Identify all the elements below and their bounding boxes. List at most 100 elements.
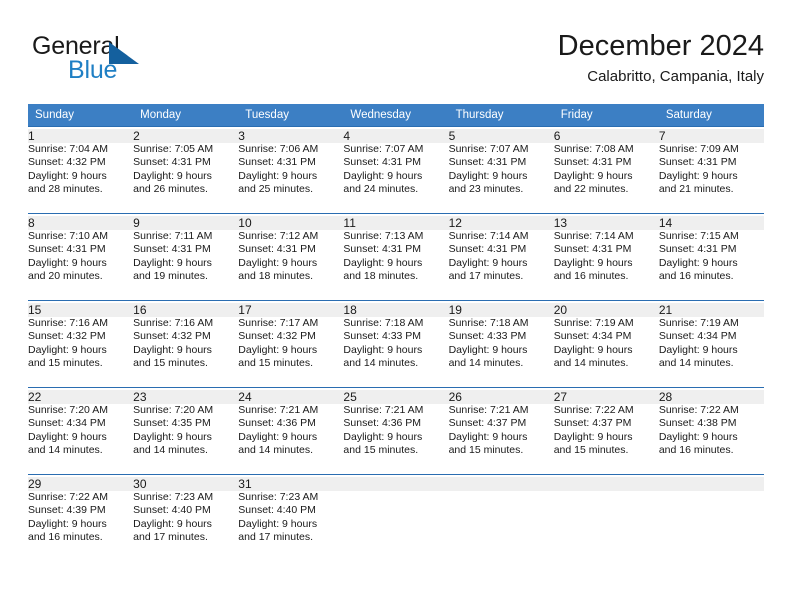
day-number[interactable]: 24: [238, 390, 344, 404]
weekday-header-saturday: Saturday: [658, 104, 764, 127]
day-details: Sunrise: 7:16 AM Sunset: 4:32 PM Daylight:…: [28, 317, 133, 375]
day-number[interactable]: 19: [448, 303, 554, 317]
day-sunrise-text: Sunrise: 7:06 AM: [238, 143, 319, 155]
day-sunrise-text: Sunrise: 7:04 AM: [28, 143, 108, 155]
day-daylight-text: and 17 minutes.: [133, 531, 208, 544]
day-daylight-text: and 21 minutes.: [658, 183, 734, 196]
day-number[interactable]: 9: [133, 216, 239, 230]
day-sunrise-text: Sunrise: 7:14 AM: [448, 230, 529, 242]
day-number[interactable]: 21: [658, 303, 764, 317]
day-number[interactable]: 6: [553, 129, 659, 143]
day-sunset-text: Sunset: 4:33 PM: [448, 330, 527, 343]
day-details: Sunrise: 7:04 AM Sunset: 4:32 PM Daylight:…: [28, 143, 133, 201]
day-daylight-text: and 17 minutes.: [238, 531, 313, 544]
week-gap: [28, 201, 764, 214]
day-number[interactable]: 12: [448, 216, 554, 230]
brand-logo[interactable]: General Blue: [32, 32, 232, 88]
day-number[interactable]: 1: [28, 129, 134, 143]
day-number[interactable]: 18: [343, 303, 449, 317]
day-daylight-text: Daylight: 9 hours: [238, 517, 318, 530]
day-number[interactable]: 31: [238, 477, 344, 491]
day-sunset-text: Sunset: 4:40 PM: [133, 504, 211, 517]
day-number[interactable]: 13: [553, 216, 659, 230]
day-number[interactable]: 5: [448, 129, 554, 143]
week-daynumber-row: 29 30 31: [28, 477, 764, 491]
day-number[interactable]: 3: [238, 129, 344, 143]
day-sunrise-text: Sunrise: 7:21 AM: [448, 404, 529, 416]
day-number[interactable]: 11: [343, 216, 449, 230]
day-daylight-text: Daylight: 9 hours: [553, 256, 633, 269]
day-daylight-text: Daylight: 9 hours: [658, 430, 738, 443]
day-number[interactable]: 10: [238, 216, 344, 230]
week-daynumber-row: 8 9 10 11 12 13 14: [28, 216, 764, 230]
day-details: Sunrise: 7:19 AM Sunset: 4:34 PM Daylight:…: [659, 317, 764, 375]
day-details: Sunrise: 7:21 AM Sunset: 4:36 PM Daylight:…: [343, 404, 448, 462]
day-daylight-text: Daylight: 9 hours: [238, 343, 318, 356]
day-details-empty: [449, 491, 554, 549]
day-number[interactable]: 4: [343, 129, 449, 143]
week-gap: [28, 462, 764, 475]
day-sunrise-text: Sunrise: 7:12 AM: [238, 230, 319, 242]
day-sunrise-text: Sunrise: 7:07 AM: [448, 143, 529, 155]
day-number[interactable]: 7: [658, 129, 764, 143]
day-sunrise-text: Sunrise: 7:13 AM: [343, 230, 424, 242]
day-number[interactable]: 28: [658, 390, 764, 404]
day-sunrise-text: Sunrise: 7:09 AM: [658, 143, 739, 155]
week-dayinfo-row: Sunrise: 7:20 AM Sunset: 4:34 PM Daylight:…: [28, 404, 764, 462]
day-number[interactable]: 8: [28, 216, 134, 230]
day-number[interactable]: 30: [133, 477, 239, 491]
day-daylight-text: and 24 minutes.: [343, 183, 419, 196]
day-details: Sunrise: 7:19 AM Sunset: 4:34 PM Daylight:…: [554, 317, 659, 375]
day-sunrise-text: Sunrise: 7:15 AM: [658, 230, 739, 242]
week-gap-cell: [28, 462, 764, 475]
day-sunrise-text: Sunrise: 7:10 AM: [28, 230, 108, 242]
day-number[interactable]: 2: [133, 129, 239, 143]
day-number[interactable]: 29: [28, 477, 134, 491]
day-daylight-text: Daylight: 9 hours: [133, 343, 212, 356]
day-sunset-text: Sunset: 4:35 PM: [133, 417, 211, 430]
day-daylight-text: Daylight: 9 hours: [448, 169, 528, 182]
day-number[interactable]: 17: [238, 303, 344, 317]
day-number[interactable]: 27: [553, 390, 659, 404]
day-sunrise-text: Sunrise: 7:22 AM: [658, 404, 739, 416]
title-block: December 2024 Calabritto, Campania, Ital…: [558, 28, 764, 88]
day-daylight-text: and 15 minutes.: [238, 357, 313, 370]
day-sunrise-text: Sunrise: 7:14 AM: [553, 230, 634, 242]
day-cell-empty: [658, 477, 764, 491]
day-daylight-text: Daylight: 9 hours: [343, 430, 423, 443]
day-number[interactable]: 15: [28, 303, 134, 317]
day-details: Sunrise: 7:20 AM Sunset: 4:35 PM Daylight:…: [133, 404, 238, 462]
week-daynumber-row: 22 23 24 25 26 27 28: [28, 390, 764, 404]
day-daylight-text: and 14 minutes.: [448, 357, 524, 370]
day-sunset-text: Sunset: 4:31 PM: [343, 156, 422, 169]
day-sunrise-text: Sunrise: 7:16 AM: [133, 317, 214, 329]
day-details-empty: [554, 491, 659, 549]
day-sunset-text: Sunset: 4:31 PM: [238, 156, 316, 169]
calendar-body: 1 2 3 4 5 6 7 Sunrise: 7:04 AM Sunset: 4:32 PM Da…: [28, 126, 764, 550]
day-details: Sunrise: 7:18 AM Sunset: 4:33 PM Daylight:…: [343, 317, 448, 375]
day-daylight-text: Daylight: 9 hours: [133, 256, 212, 269]
day-daylight-text: and 28 minutes.: [28, 183, 103, 196]
week-dayinfo-row: Sunrise: 7:04 AM Sunset: 4:32 PM Daylight:…: [28, 143, 764, 201]
day-sunset-text: Sunset: 4:40 PM: [238, 504, 316, 517]
weekday-header-wednesday: Wednesday: [343, 104, 449, 127]
day-number[interactable]: 26: [448, 390, 554, 404]
day-daylight-text: and 15 minutes.: [448, 444, 524, 457]
day-details: Sunrise: 7:11 AM Sunset: 4:31 PM Daylight:…: [133, 230, 238, 288]
day-details: Sunrise: 7:08 AM Sunset: 4:31 PM Daylight:…: [554, 143, 659, 201]
day-daylight-text: Daylight: 9 hours: [238, 169, 318, 182]
day-number[interactable]: 20: [553, 303, 659, 317]
day-number[interactable]: 16: [133, 303, 239, 317]
brand-name-blue: Blue: [68, 56, 118, 84]
day-details: Sunrise: 7:22 AM Sunset: 4:38 PM Daylight:…: [659, 404, 764, 462]
day-number[interactable]: 22: [28, 390, 134, 404]
day-sunset-text: Sunset: 4:39 PM: [28, 504, 106, 517]
day-number[interactable]: 23: [133, 390, 239, 404]
day-number[interactable]: 14: [658, 216, 764, 230]
day-details: Sunrise: 7:23 AM Sunset: 4:40 PM Daylight:…: [133, 491, 238, 549]
day-sunrise-text: Sunrise: 7:19 AM: [553, 317, 634, 329]
page-header: General Blue December 2024 Calabritto, C…: [28, 28, 764, 90]
day-number[interactable]: 25: [343, 390, 449, 404]
day-details: Sunrise: 7:05 AM Sunset: 4:31 PM Daylight:…: [133, 143, 238, 201]
day-details-empty: [659, 491, 764, 549]
